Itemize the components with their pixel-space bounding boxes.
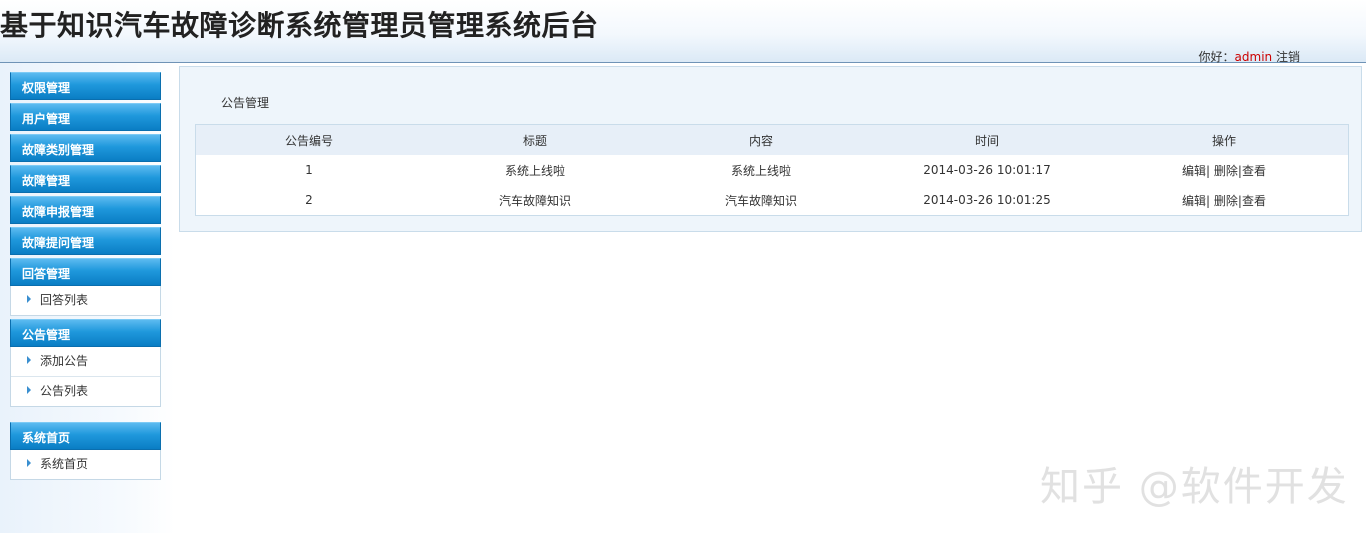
column-header-content: 内容 — [748, 133, 773, 148]
menu-item-answer-list[interactable]: 回答列表 — [11, 286, 160, 315]
notice-table-container: 公告编号 标题 内容 时间 操作 1 系统上线啦 系统上线啦 2014-03-2… — [195, 124, 1349, 216]
menu-head-fault-question[interactable]: 故障提问管理 — [10, 227, 161, 255]
cell-content: 汽车故障知识 — [724, 193, 797, 208]
menu-item-label: 回答列表 — [40, 293, 89, 307]
username: admin — [1234, 50, 1273, 64]
menu-item-home[interactable]: 系统首页 — [11, 450, 160, 479]
menu-group-home: 系统首页 系统首页 — [10, 422, 161, 480]
menu-head-answers[interactable]: 回答管理 — [10, 258, 161, 286]
menu-group-notices: 公告管理 添加公告 公告列表 — [10, 319, 161, 407]
column-header-time: 时间 — [974, 133, 999, 148]
column-header-title: 标题 — [522, 133, 547, 148]
menu-item-label: 添加公告 — [40, 354, 89, 368]
watermark-text: 知乎 @软件开发 — [1040, 464, 1349, 510]
arrow-right-icon — [27, 459, 31, 467]
menu-list-notices: 添加公告 公告列表 — [10, 347, 161, 407]
menu-head-fault-category[interactable]: 故障类别管理 — [10, 134, 161, 162]
page-title: 公告管理 — [221, 96, 270, 110]
arrow-right-icon — [27, 386, 31, 394]
edit-link[interactable]: 编辑| — [1182, 194, 1210, 208]
sidebar: 权限管理 用户管理 故障类别管理 故障管理 故障申报管理 故障提问管理 回答管理… — [10, 72, 161, 483]
menu-head-fault-report[interactable]: 故障申报管理 — [10, 196, 161, 224]
menu-list-home: 系统首页 — [10, 450, 161, 480]
table-header-row: 公告编号 标题 内容 时间 操作 — [196, 125, 1348, 155]
menu-head-home[interactable]: 系统首页 — [10, 422, 161, 450]
menu-head-users[interactable]: 用户管理 — [10, 103, 161, 131]
column-header-id: 公告编号 — [284, 133, 333, 148]
header-bar: 基于知识汽车故障诊断系统管理员管理系统后台 你好：admin 注销 — [0, 0, 1366, 65]
user-bar: 你好：admin 注销 — [1199, 48, 1300, 65]
table-row: 2 汽车故障知识 汽车故障知识 2014-03-26 10:01:25 编辑| … — [196, 185, 1348, 215]
menu-group-answers: 回答管理 回答列表 — [10, 258, 161, 316]
arrow-right-icon — [27, 356, 31, 364]
menu-item-label: 公告列表 — [40, 384, 89, 398]
view-link[interactable]: 查看 — [1242, 164, 1266, 178]
cell-content: 系统上线啦 — [730, 163, 791, 178]
cell-actions: 编辑| 删除|查看 — [1100, 185, 1348, 215]
table-row: 1 系统上线啦 系统上线啦 2014-03-26 10:01:17 编辑| 删除… — [196, 155, 1348, 185]
view-link[interactable]: 查看 — [1242, 194, 1266, 208]
column-header-actions: 操作 — [1211, 133, 1236, 148]
cell-id: 2 — [305, 193, 313, 207]
menu-head-faults[interactable]: 故障管理 — [10, 165, 161, 193]
delete-link[interactable]: 删除| — [1214, 164, 1242, 178]
logout-link[interactable]: 注销 — [1276, 50, 1300, 64]
menu-item-notice-list[interactable]: 公告列表 — [11, 377, 160, 406]
cell-time: 2014-03-26 10:01:17 — [923, 163, 1051, 177]
edit-link[interactable]: 编辑| — [1182, 164, 1210, 178]
delete-link[interactable]: 删除| — [1214, 194, 1242, 208]
cell-title: 系统上线啦 — [504, 163, 565, 178]
arrow-right-icon — [27, 295, 31, 303]
cell-time: 2014-03-26 10:01:25 — [923, 193, 1051, 207]
menu-item-add-notice[interactable]: 添加公告 — [11, 347, 160, 377]
notice-table: 公告编号 标题 内容 时间 操作 1 系统上线啦 系统上线啦 2014-03-2… — [196, 125, 1348, 215]
main-panel: 公告管理 公告编号 标题 内容 时间 操作 1 系统上线啦 系统上线啦 2014… — [179, 66, 1362, 232]
greeting-text: 你好： — [1198, 50, 1235, 64]
menu-item-label: 系统首页 — [40, 457, 89, 471]
site-title: 基于知识汽车故障诊断系统管理员管理系统后台 — [0, 9, 599, 42]
cell-id: 1 — [305, 163, 313, 177]
cell-title: 汽车故障知识 — [498, 193, 571, 208]
menu-head-notices[interactable]: 公告管理 — [10, 319, 161, 347]
cell-actions: 编辑| 删除|查看 — [1100, 155, 1348, 185]
menu-head-permission[interactable]: 权限管理 — [10, 72, 161, 100]
menu-list-answers: 回答列表 — [10, 286, 161, 316]
